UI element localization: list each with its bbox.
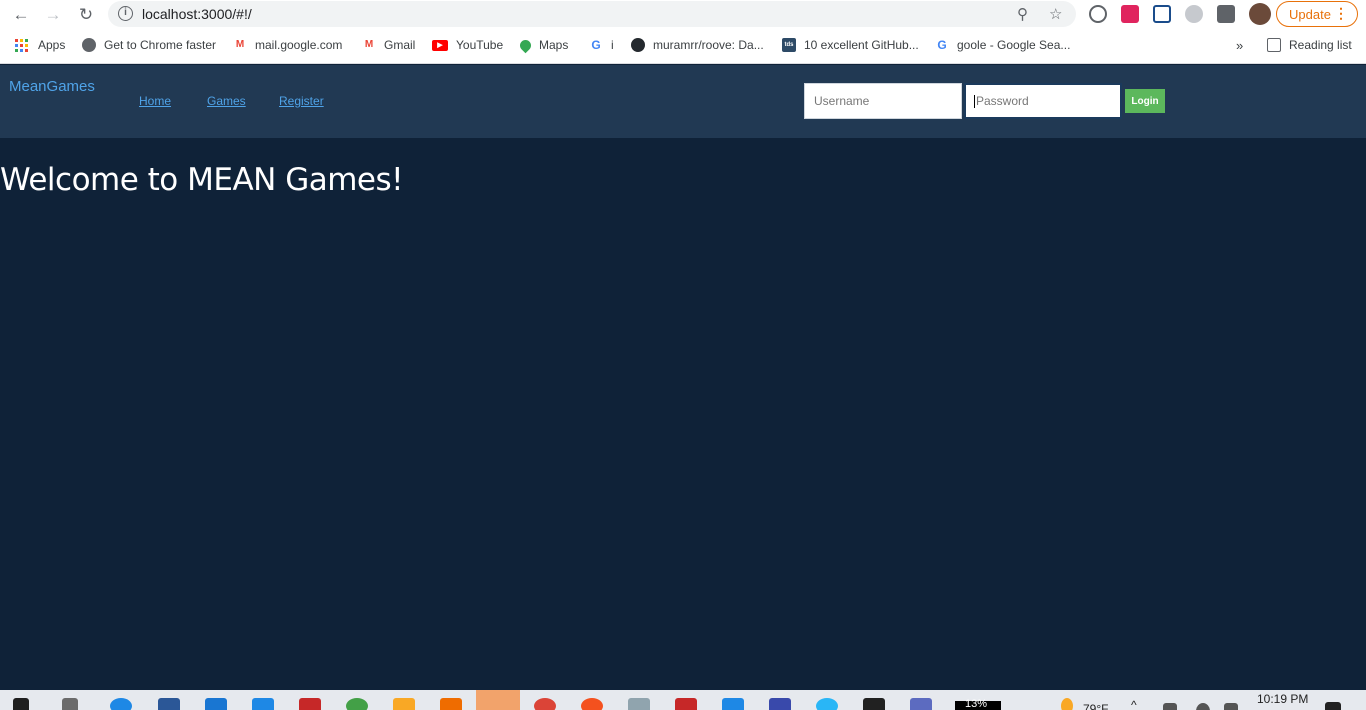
bookmark-label: Gmail [384, 38, 416, 52]
brand-link[interactable]: MeanGames [9, 78, 95, 95]
bookmark-label: Get to Chrome faster [104, 38, 217, 52]
reload-icon[interactable]: ↻ [74, 3, 98, 27]
bookmark-star-icon[interactable]: ☆ [1049, 5, 1062, 23]
clock-time[interactable]: 10:19 PM [1257, 692, 1308, 706]
vlc-icon[interactable] [440, 698, 462, 710]
nav-home-link[interactable]: Home [139, 94, 171, 108]
gmail-icon: M [362, 38, 376, 52]
site-info-icon[interactable]: i [118, 6, 133, 21]
bookmark-google-search[interactable]: G goole - Google Sea... [935, 38, 1070, 52]
username-placeholder: Username [814, 94, 870, 108]
password-input[interactable]: Password [964, 83, 1122, 119]
reading-list-label: Reading list [1289, 38, 1352, 52]
github-desktop-icon[interactable] [769, 698, 791, 710]
reading-list-button[interactable]: Reading list [1267, 38, 1352, 52]
update-button[interactable]: Update ⋮ [1276, 1, 1358, 27]
nav-register-link[interactable]: Register [279, 94, 324, 108]
profile-avatar[interactable] [1249, 3, 1271, 25]
bookmark-tds-github[interactable]: tds 10 excellent GitHub... [782, 38, 919, 52]
wifi-icon[interactable] [1196, 703, 1210, 710]
bookmark-chrome-faster[interactable]: Get to Chrome faster [82, 38, 216, 52]
weather-temp[interactable]: 79°F [1083, 702, 1108, 710]
vscode-icon[interactable] [722, 698, 744, 710]
bookmark-label: muramrr/roove: Da... [653, 38, 764, 52]
postman-icon[interactable] [581, 698, 603, 710]
text-caret [974, 95, 975, 109]
github-icon [631, 38, 645, 52]
battery-widget[interactable]: 13% [955, 698, 1001, 710]
username-input[interactable]: Username [804, 83, 962, 119]
google-icon: G [935, 38, 949, 52]
welcome-heading: Welcome to MEAN Games! [0, 162, 404, 198]
weather-icon [1061, 698, 1073, 710]
tray-chevron-icon[interactable]: ^ [1131, 698, 1137, 710]
more-bookmarks-chevron[interactable]: » [1236, 38, 1243, 53]
task-view-icon[interactable] [62, 698, 78, 710]
gmail-icon: M [233, 38, 247, 52]
bookmark-youtube[interactable]: ▶ YouTube [432, 38, 503, 52]
active-app-icon[interactable] [476, 690, 520, 710]
upload-extension-icon[interactable] [1153, 5, 1171, 23]
network-app-icon[interactable] [816, 698, 838, 710]
update-label: Update [1289, 6, 1331, 22]
drive-icon[interactable] [346, 698, 368, 710]
reading-list-icon [1267, 38, 1281, 52]
file-explorer-icon[interactable] [393, 698, 415, 710]
tds-icon: tds [782, 38, 796, 52]
windows-start-icon[interactable] [13, 698, 29, 710]
gmail-app-icon-2[interactable] [675, 698, 697, 710]
download-extension-icon[interactable] [1089, 5, 1107, 23]
bookmark-label: i [611, 38, 614, 52]
bookmark-github-roove[interactable]: muramrr/roove: Da... [631, 38, 764, 52]
edge-icon[interactable] [110, 698, 132, 710]
volume-icon[interactable] [1224, 703, 1238, 710]
login-button[interactable]: Login [1125, 89, 1165, 113]
bookmark-mail-google[interactable]: M mail.google.com [233, 38, 342, 52]
bookmark-google-i[interactable]: G i [589, 38, 614, 52]
chrome-globe-icon [82, 38, 96, 52]
tray-display-icon[interactable] [1163, 703, 1177, 710]
gmail-app-icon[interactable] [299, 698, 321, 710]
bookmark-label: Maps [539, 38, 569, 52]
terminal-icon[interactable] [863, 698, 885, 710]
bookmark-gmail[interactable]: M Gmail [362, 38, 415, 52]
bookmark-label: Apps [38, 38, 66, 52]
chrome-icon[interactable] [534, 698, 556, 710]
bookmark-label: mail.google.com [255, 38, 343, 52]
globe-extension-icon[interactable] [1185, 5, 1203, 23]
google-icon: G [589, 38, 603, 52]
app-navbar: MeanGames Home Games Register Username P… [0, 65, 1366, 138]
pocket-extension-icon[interactable] [1121, 5, 1139, 23]
password-placeholder: Password [976, 94, 1029, 108]
zoom-icon[interactable]: ⚲ [1017, 5, 1028, 23]
bookmark-apps[interactable]: Apps [15, 38, 65, 52]
onenote-icon[interactable] [205, 698, 227, 710]
puzzle-extensions-icon[interactable] [1217, 5, 1235, 23]
menu-dots-icon: ⋮ [1334, 5, 1348, 21]
maps-pin-icon [517, 37, 534, 53]
browser-toolbar: ← → ↻ i localhost:3000/#!/ ⚲ ☆ Update ⋮ [0, 0, 1366, 30]
notepad-icon[interactable] [628, 698, 650, 710]
address-bar[interactable]: i localhost:3000/#!/ ⚲ ☆ [108, 1, 1076, 27]
teams-icon[interactable] [910, 698, 932, 710]
nav-games-link[interactable]: Games [207, 94, 246, 108]
notifications-icon[interactable] [1325, 702, 1341, 710]
youtube-icon: ▶ [432, 39, 448, 51]
bookmark-label: 10 excellent GitHub... [804, 38, 919, 52]
back-arrow-icon[interactable]: ← [9, 3, 33, 27]
bookmarks-bar: Apps Get to Chrome faster M mail.google.… [0, 30, 1366, 64]
store-icon[interactable] [252, 698, 274, 710]
bookmark-maps[interactable]: Maps [517, 37, 569, 53]
apps-grid-icon [15, 38, 28, 52]
address-url: localhost:3000/#!/ [142, 6, 252, 22]
bookmark-label: goole - Google Sea... [957, 38, 1071, 52]
windows-taskbar: 13% 79°F ^ 10:19 PM [0, 690, 1366, 710]
forward-arrow-icon[interactable]: → [41, 3, 65, 27]
battery-percent: 13% [965, 698, 988, 710]
bookmark-label: YouTube [456, 38, 504, 52]
mail-app-icon[interactable] [158, 698, 180, 710]
